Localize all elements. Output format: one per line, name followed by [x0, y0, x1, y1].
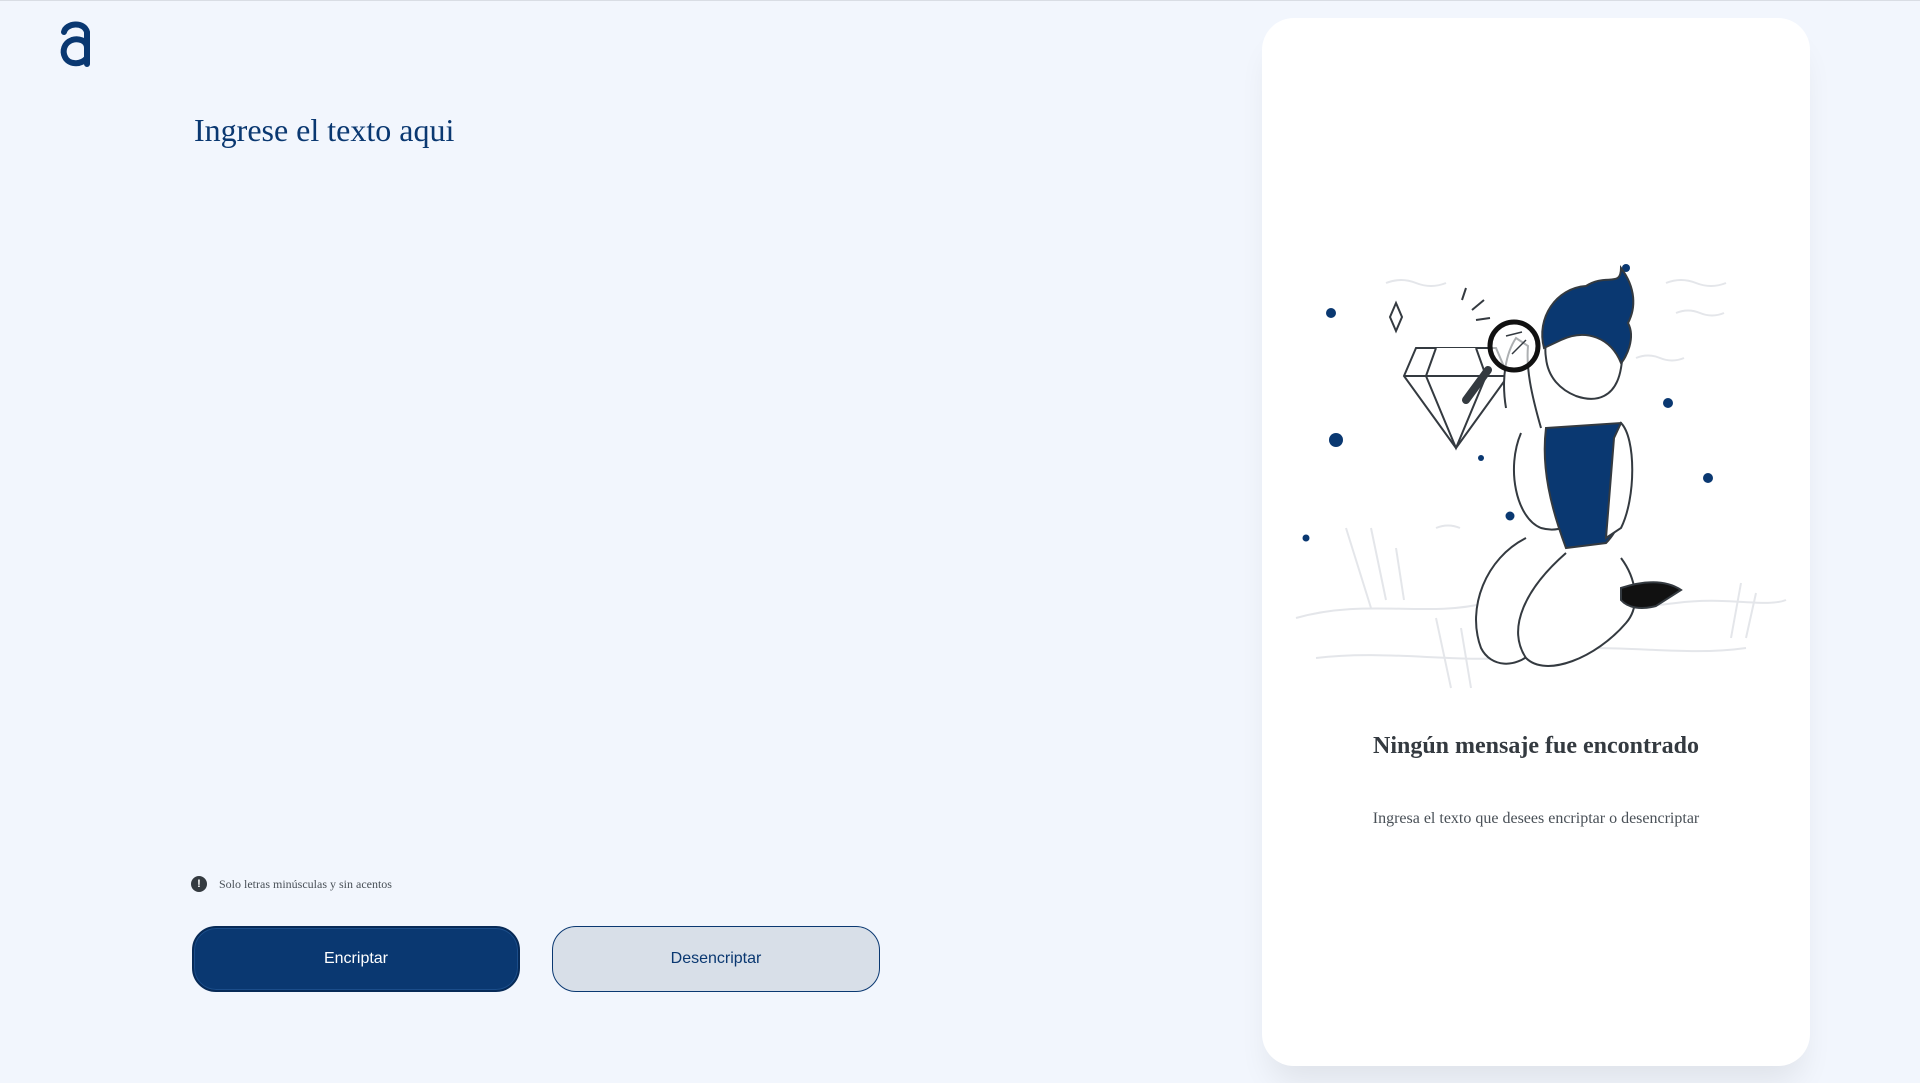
- exclamation-circle-icon: !: [191, 876, 207, 892]
- empty-state-title: Ningún mensaje fue encontrado: [1372, 733, 1699, 759]
- logo-glyph: [60, 21, 90, 67]
- encrypt-button[interactable]: Encriptar: [192, 926, 520, 992]
- person-magnifier-illustration: [1295, 264, 1787, 689]
- output-panel: Ningún mensaje fue encontrado Ingresa el…: [1262, 18, 1810, 1066]
- sparkle-lines: [1388, 287, 1491, 334]
- empty-state-subtitle: Ingresa el texto que desees encriptar o …: [1372, 810, 1700, 827]
- top-border: [0, 0, 1920, 1]
- diamond-icon: [1402, 347, 1510, 451]
- decrypt-button[interactable]: Desencriptar: [552, 926, 880, 992]
- text-input[interactable]: [194, 110, 1114, 840]
- hint-text: Solo letras minúsculas y sin acentos: [219, 876, 392, 891]
- input-hint: ! Solo letras minúsculas y sin acentos: [191, 876, 392, 892]
- alura-logo-icon[interactable]: [58, 18, 92, 68]
